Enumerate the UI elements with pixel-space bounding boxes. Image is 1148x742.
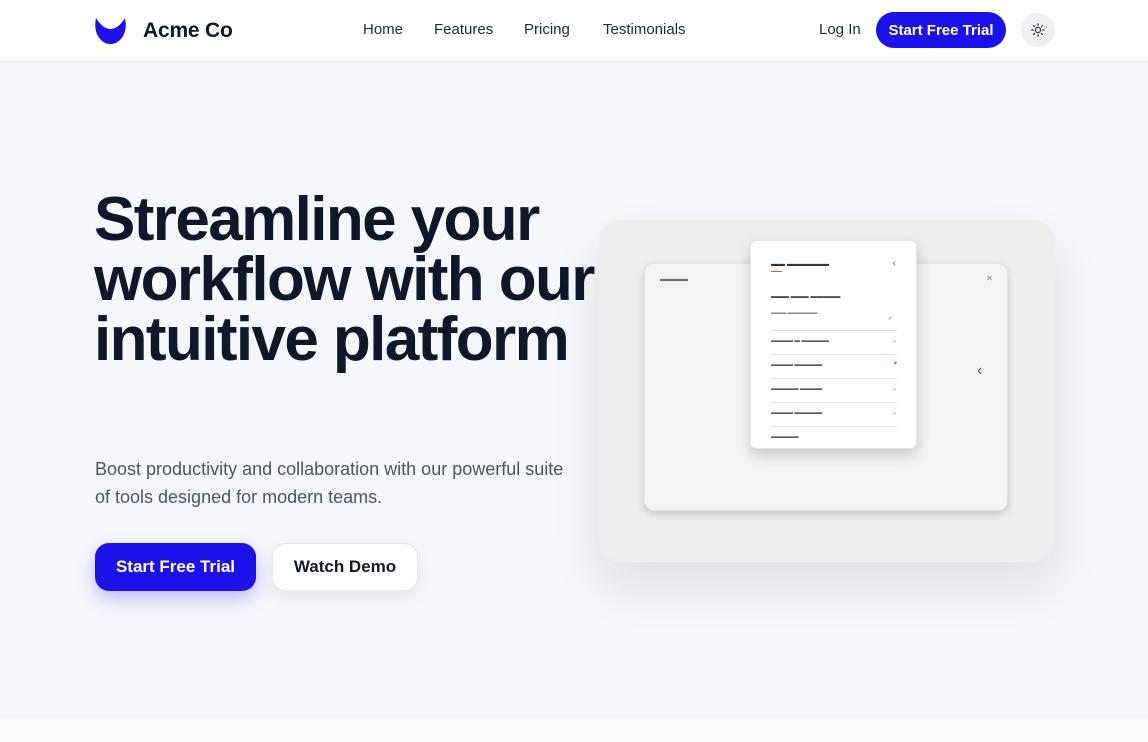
mockup-window-title: ▬▬▬▬ <box>660 276 688 283</box>
header-start-trial-button[interactable]: Start Free Trial <box>876 12 1006 48</box>
next-section-band <box>0 719 1148 742</box>
mockup-panel-underline <box>771 271 782 272</box>
start-free-trial-button[interactable]: Start Free Trial <box>95 543 256 591</box>
hero-title: Streamline your workflow with our intuit… <box>94 185 595 374</box>
mockup-list-item: ▬▬▬▬ ▬▬▬▬▬ ⌄ <box>771 403 897 427</box>
sun-icon <box>1031 23 1045 37</box>
mockup-panel-title: ▬▬ ▬▬▬▬▬▬ <box>771 261 829 268</box>
mockup-check-icon: ✓ <box>888 316 894 322</box>
brand[interactable]: Acme Co <box>95 15 233 47</box>
nav-features-link[interactable]: Features <box>434 21 493 38</box>
mockup-chevron-down-icon: ⌄ <box>891 338 897 344</box>
mockup-chevron-down-icon: ⌄ <box>891 386 897 392</box>
mockup-list-item: ▬▬▬▬ ▬▬▬▬▬ ♥ <box>771 355 897 379</box>
mockup-chevron-down-icon: ⌄ <box>891 410 897 416</box>
mockup-back-icon: ‹ <box>892 258 896 269</box>
brand-name: Acme Co <box>143 19 233 42</box>
watch-demo-button[interactable]: Watch Demo <box>272 543 418 591</box>
mockup-footer-label: ▬▬▬▬▬ <box>771 434 799 440</box>
mockup-list-item: ▬▬▬▬ ▬ ▬▬▬▬▬ ⌄ <box>771 331 897 355</box>
crescent-logo-icon <box>95 18 126 44</box>
mockup-chevron-left-icon: ‹ <box>977 362 983 379</box>
hero-subtitle: Boost productivity and collaboration wit… <box>95 459 564 507</box>
nav-testimonials-link[interactable]: Testimonials <box>603 21 686 38</box>
theme-toggle-button[interactable] <box>1021 13 1055 47</box>
site-header: Acme Co Home Features Pricing Testimonia… <box>0 0 1148 62</box>
login-link[interactable]: Log In <box>819 21 861 38</box>
mockup-settings-panel: ▬▬ ▬▬▬▬▬▬ ‹ ▬▬▬ ▬▬▬ ▬▬▬▬▬ ▬▬▬ ▬▬▬▬▬▬ ✓ ▬… <box>750 240 917 449</box>
nav-pricing-link[interactable]: Pricing <box>524 21 570 38</box>
mockup-list-item: ▬▬▬▬▬ ▬▬▬▬ ⌄ <box>771 379 897 403</box>
mockup-close-icon: ✕ <box>986 274 993 283</box>
mockup-field-label: ▬▬▬ ▬▬▬▬▬▬ <box>771 310 818 316</box>
mockup-heart-icon: ♥ <box>893 361 897 367</box>
mockup-section-label: ▬▬▬ ▬▬▬ ▬▬▬▬▬ <box>771 294 841 300</box>
nav-home-link[interactable]: Home <box>363 21 403 38</box>
